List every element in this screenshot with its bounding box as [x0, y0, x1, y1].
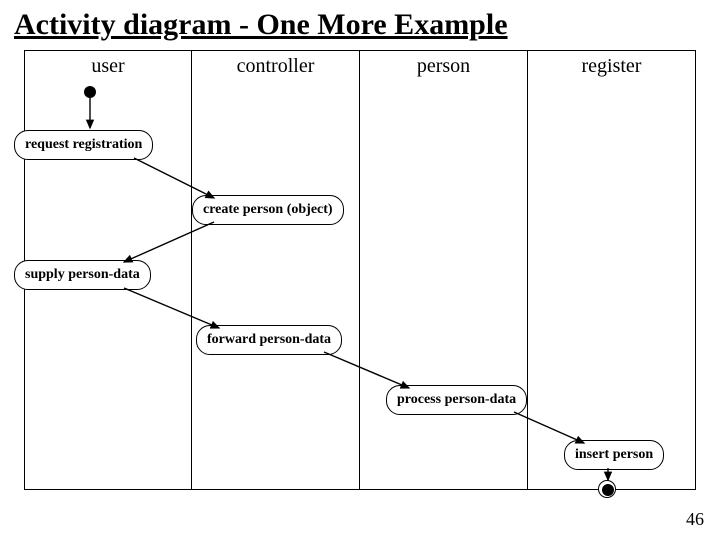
- page-number: 46: [686, 509, 704, 530]
- page-title: Activity diagram - One More Example: [0, 0, 720, 46]
- edges-layer: [24, 50, 696, 490]
- activity-diagram: user controller person register request …: [24, 50, 696, 490]
